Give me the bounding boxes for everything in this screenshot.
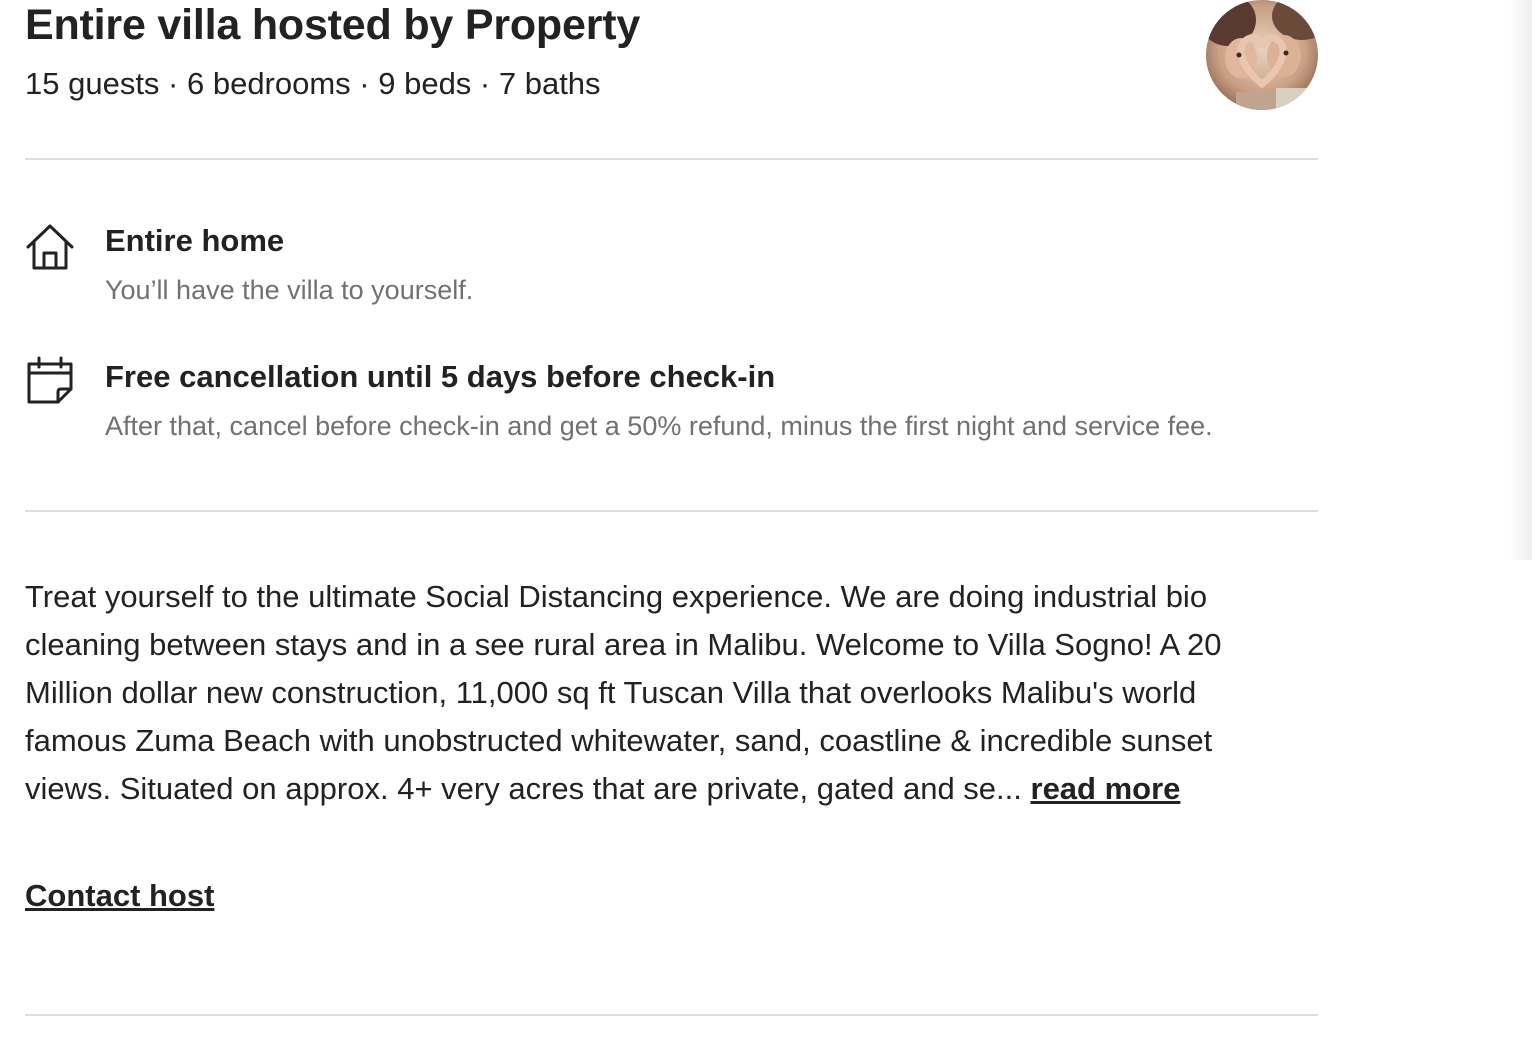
listing-overview: Entire villa hosted by Property 15 guest…	[0, 0, 1532, 1046]
scroll-edge-shadow	[1510, 0, 1532, 560]
feature-title-entire-home: Entire home	[105, 223, 285, 258]
description-line: Million dollar new construction, 11,000 …	[25, 675, 1197, 710]
contact-host-link[interactable]: Contact host	[25, 878, 214, 913]
listing-capacity-summary: 15 guests · 6 bedrooms · 9 beds · 7 bath…	[25, 66, 601, 101]
listing-description: Treat yourself to the ultimate Social Di…	[25, 573, 1310, 813]
description-last-line: views. Situated on approx. 4+ very acres…	[25, 765, 1310, 813]
listing-title: Entire villa hosted by Property	[25, 1, 641, 49]
description-line: famous Zuma Beach with unobstructed whit…	[25, 723, 1213, 758]
description-line: Treat yourself to the ultimate Social Di…	[25, 579, 1208, 614]
description-line: cleaning between stays and in a see rura…	[25, 627, 1222, 662]
section-divider	[25, 510, 1318, 512]
host-avatar-image	[1206, 0, 1318, 110]
description-line: views. Situated on approx. 4+ very acres…	[25, 771, 1031, 806]
section-divider	[25, 158, 1318, 160]
feature-description-free-cancellation: After that, cancel before check-in and g…	[105, 411, 1213, 441]
host-avatar[interactable]	[1206, 0, 1318, 110]
house-icon	[25, 222, 75, 272]
read-more-link[interactable]: read more	[1031, 771, 1181, 806]
calendar-icon	[25, 356, 75, 406]
feature-title-free-cancellation: Free cancellation until 5 days before ch…	[105, 359, 776, 394]
feature-description-entire-home: You’ll have the villa to yourself.	[105, 275, 474, 305]
section-divider	[25, 1014, 1318, 1016]
contact-host-container: Contact host	[25, 874, 214, 918]
